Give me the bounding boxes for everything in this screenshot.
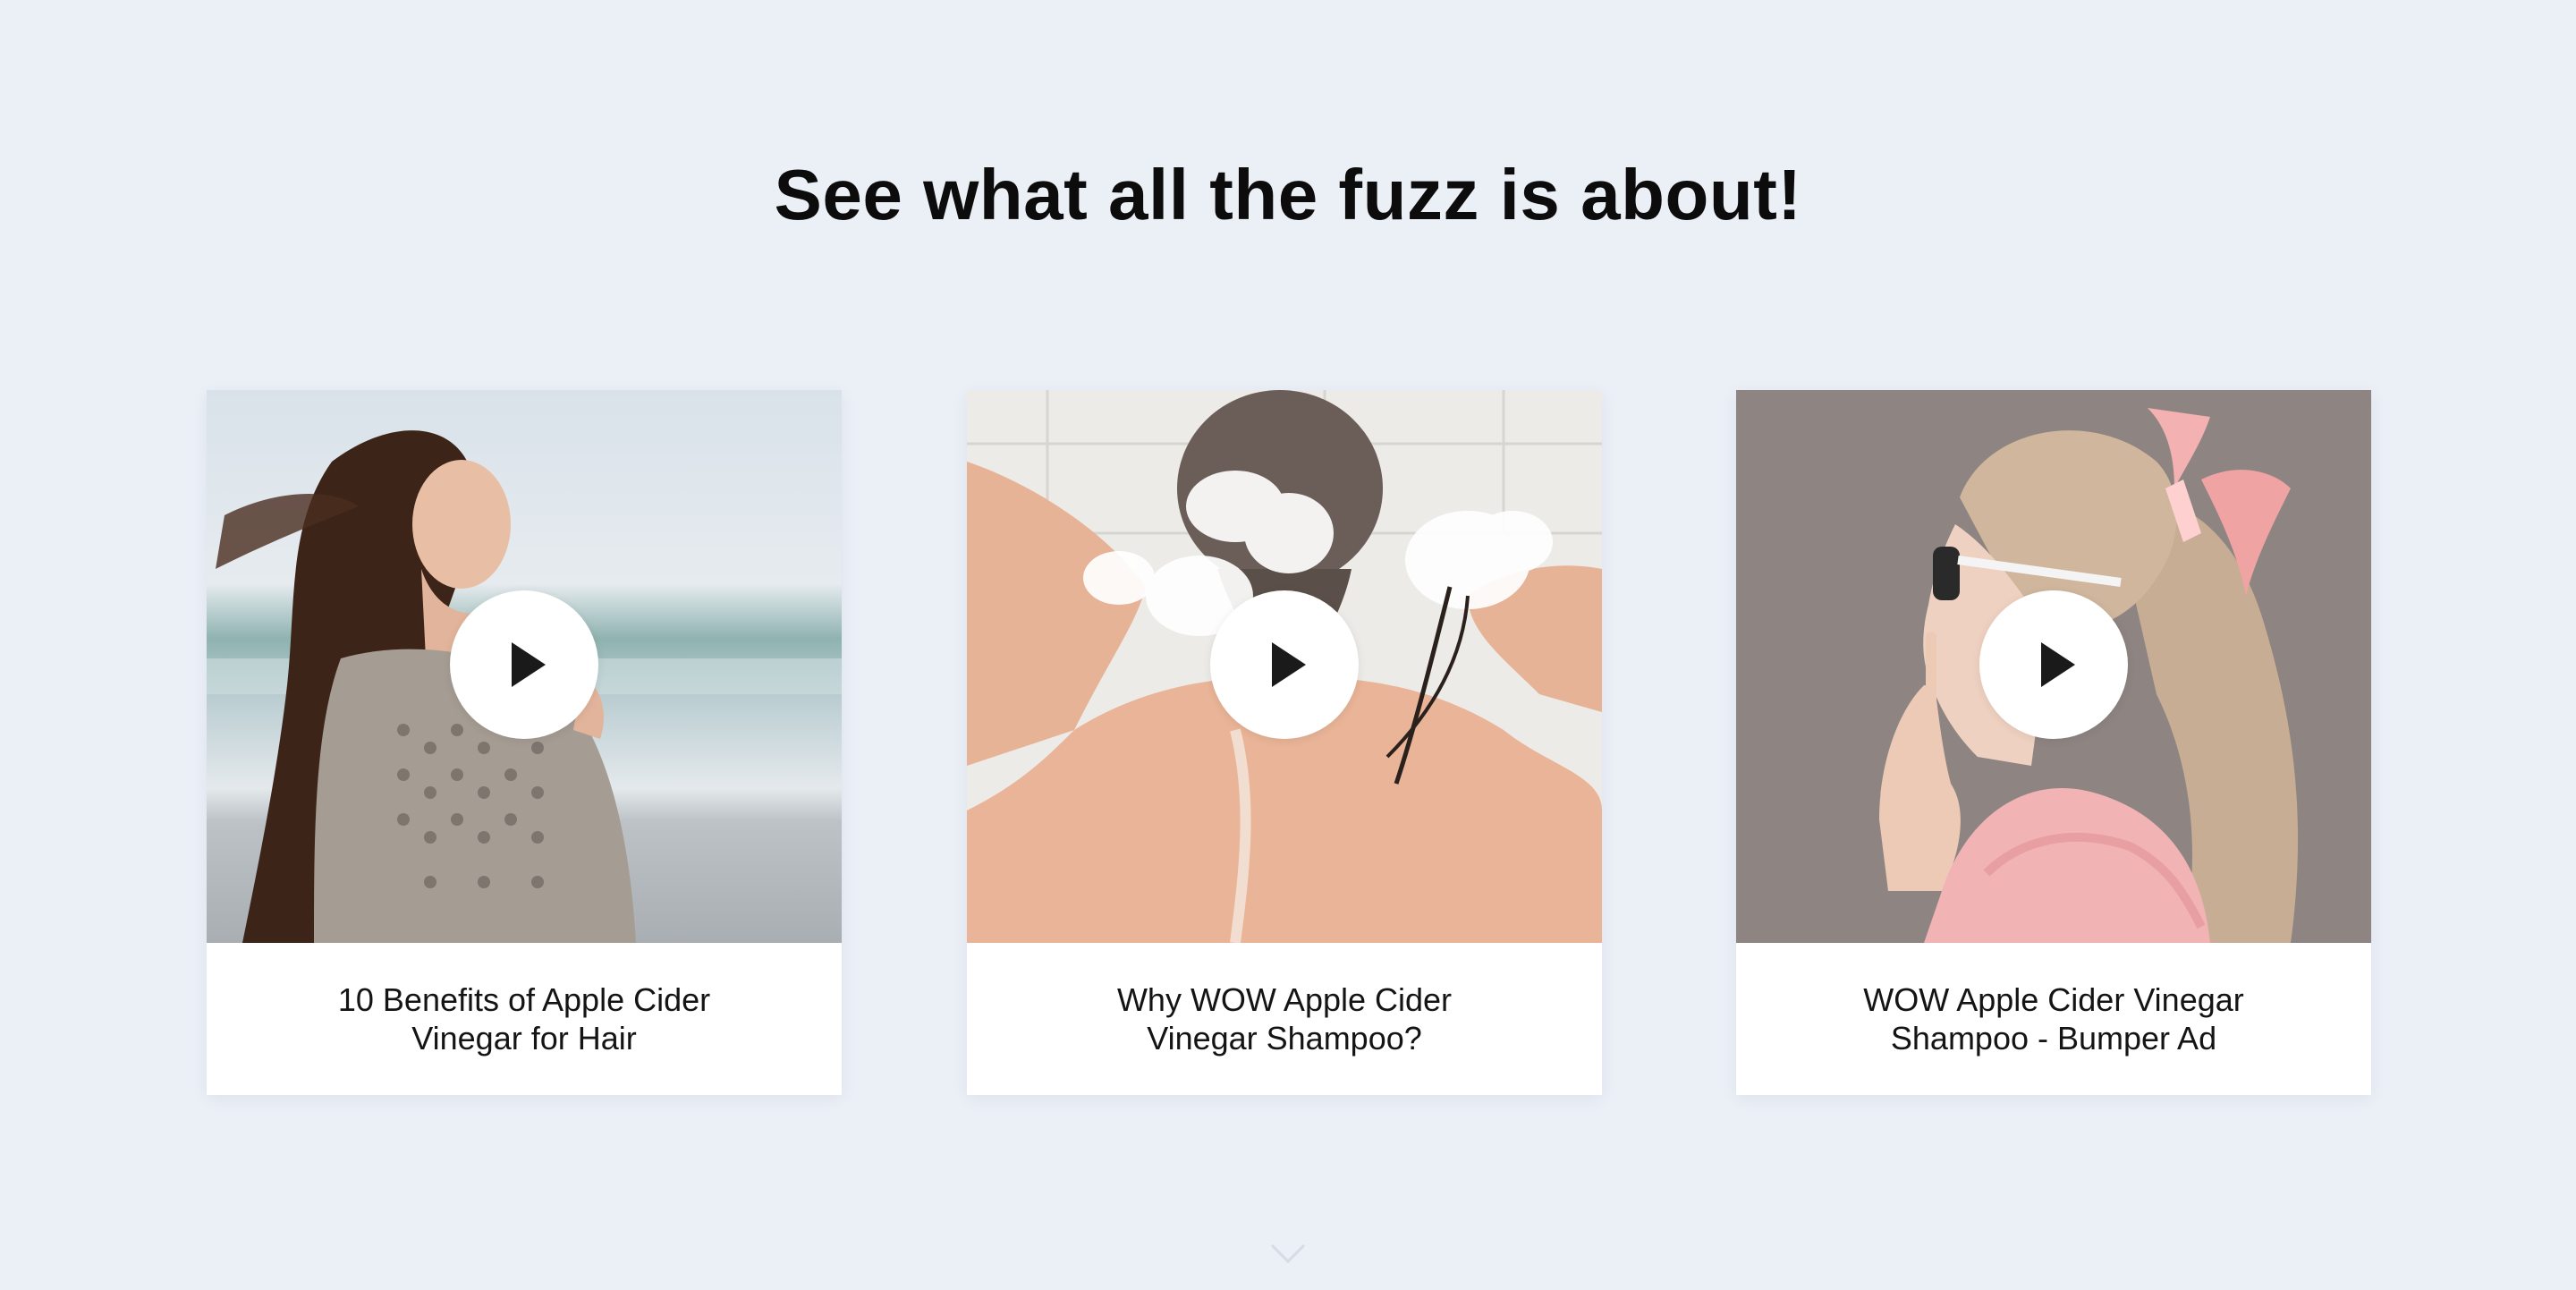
video-title[interactable]: 10 Benefits of Apple Cider Vinegar for H…	[314, 980, 734, 1057]
video-thumbnail[interactable]	[967, 390, 1602, 943]
video-title[interactable]: Why WOW Apple Cider Vinegar Shampoo?	[1074, 980, 1495, 1057]
video-thumbnail[interactable]	[1736, 390, 2371, 943]
video-caption[interactable]: WOW Apple Cider Vinegar Shampoo - Bumper…	[1736, 943, 2371, 1095]
video-caption[interactable]: 10 Benefits of Apple Cider Vinegar for H…	[207, 943, 842, 1095]
chevron-down-icon[interactable]	[1270, 1240, 1306, 1267]
video-card[interactable]: Why WOW Apple Cider Vinegar Shampoo?	[967, 390, 1602, 1095]
section-title: See what all the fuzz is about!	[774, 155, 1802, 234]
video-caption[interactable]: Why WOW Apple Cider Vinegar Shampoo?	[967, 943, 1602, 1095]
video-title[interactable]: WOW Apple Cider Vinegar Shampoo - Bumper…	[1843, 980, 2264, 1057]
video-card-list: 10 Benefits of Apple Cider Vinegar for H…	[0, 390, 2576, 1097]
play-button[interactable]	[1210, 590, 1359, 739]
play-icon	[512, 642, 546, 687]
video-card[interactable]: 10 Benefits of Apple Cider Vinegar for H…	[207, 390, 842, 1095]
play-button[interactable]	[450, 590, 598, 739]
play-icon	[1272, 642, 1306, 687]
play-button[interactable]	[1979, 590, 2128, 739]
play-icon	[2041, 642, 2075, 687]
video-card[interactable]: WOW Apple Cider Vinegar Shampoo - Bumper…	[1736, 390, 2371, 1095]
video-thumbnail[interactable]	[207, 390, 842, 943]
